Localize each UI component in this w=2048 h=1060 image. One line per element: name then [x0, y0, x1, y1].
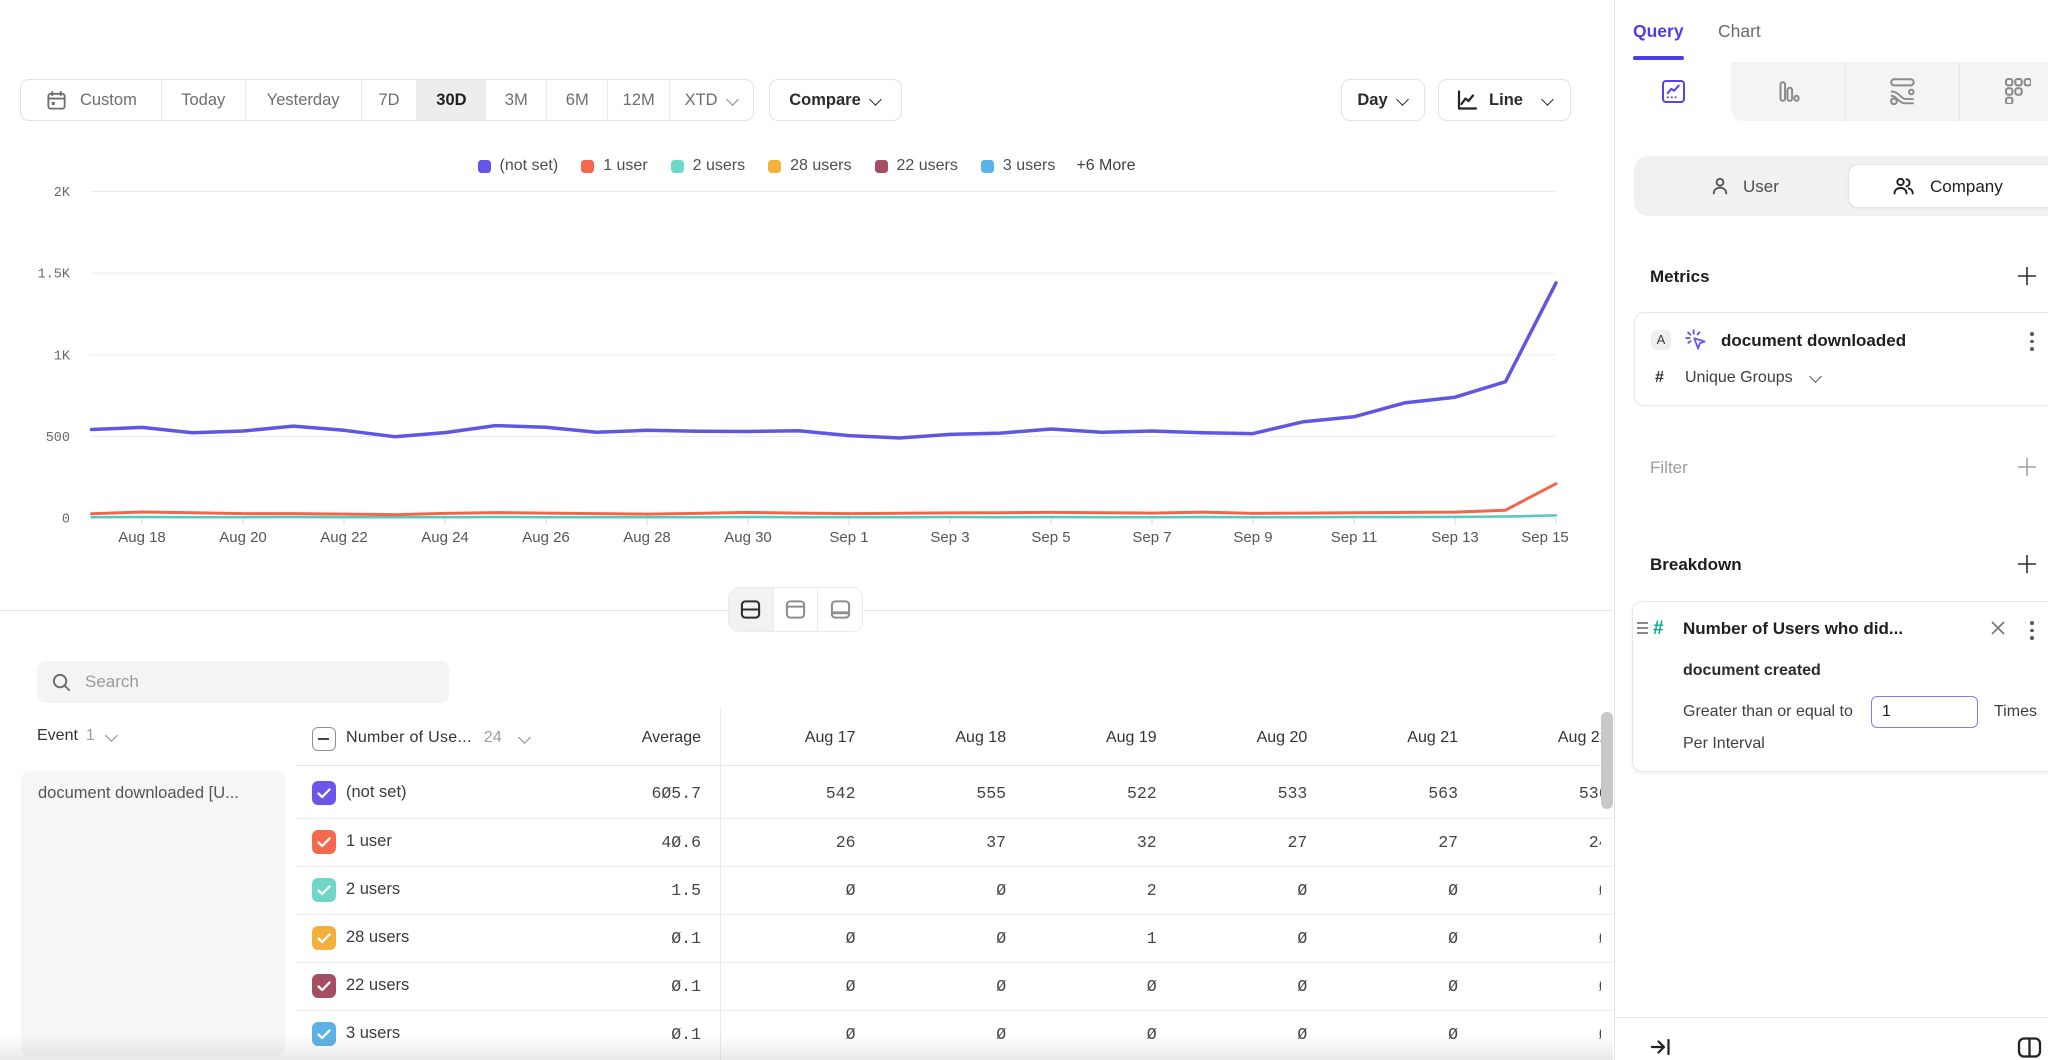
svg-text:Sep 13: Sep 13	[1431, 529, 1479, 546]
svg-text:Aug 30: Aug 30	[724, 529, 772, 546]
svg-text:Aug 22: Aug 22	[320, 529, 368, 546]
svg-text:Aug 28: Aug 28	[623, 529, 671, 546]
svg-text:Sep 5: Sep 5	[1031, 529, 1070, 546]
svg-text:Sep 1: Sep 1	[829, 529, 868, 546]
svg-text:Sep 9: Sep 9	[1233, 529, 1272, 546]
svg-text:Sep 15: Sep 15	[1521, 529, 1569, 546]
svg-text:Sep 11: Sep 11	[1331, 529, 1377, 546]
svg-text:Sep 3: Sep 3	[930, 529, 969, 546]
svg-text:Aug 24: Aug 24	[421, 529, 469, 546]
svg-text:1K: 1K	[54, 349, 71, 364]
svg-text:Sep 7: Sep 7	[1132, 529, 1171, 546]
svg-text:0: 0	[62, 513, 70, 528]
svg-text:1.5K: 1.5K	[38, 268, 71, 283]
svg-text:Aug 26: Aug 26	[522, 529, 570, 546]
svg-text:500: 500	[46, 431, 70, 446]
svg-text:Aug 18: Aug 18	[118, 529, 166, 546]
svg-text:2K: 2K	[54, 186, 71, 201]
svg-text:Aug 20: Aug 20	[219, 529, 267, 546]
